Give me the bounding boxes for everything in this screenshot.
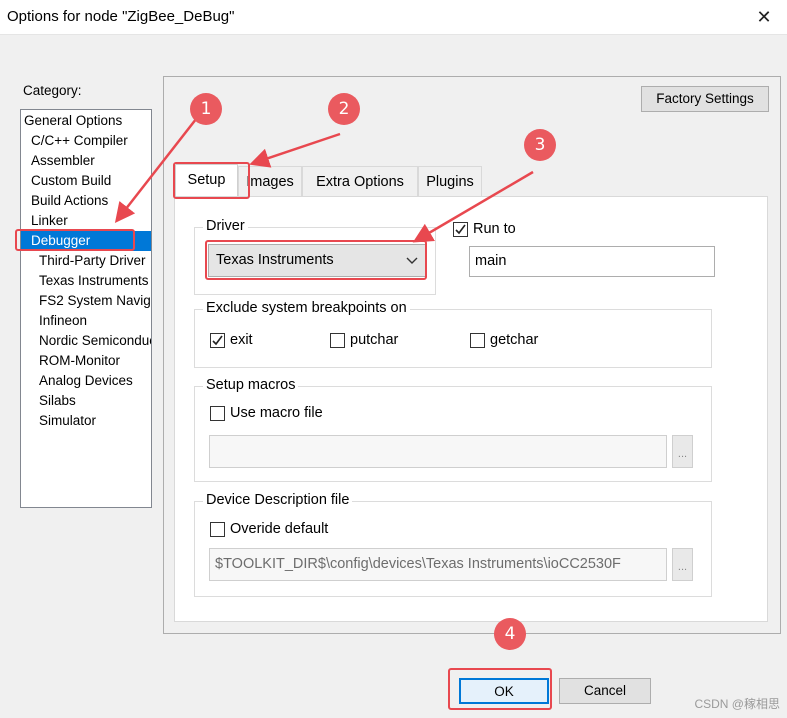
annotation-box-debugger: [15, 229, 135, 251]
annotation-badge-1: 1: [190, 93, 222, 125]
driver-group-label: Driver: [203, 218, 248, 234]
annotation-badge-4: 4: [494, 618, 526, 650]
category-label: Category:: [23, 83, 82, 98]
window-title: Options for node "ZigBee_DeBug": [7, 8, 235, 25]
putchar-checkbox[interactable]: [330, 333, 345, 348]
exit-checkbox[interactable]: [210, 333, 225, 348]
override-label: Overide default: [230, 521, 329, 537]
category-item-texas-instruments[interactable]: Texas Instruments: [39, 271, 149, 291]
category-item-third-party-driver[interactable]: Third-Party Driver: [39, 251, 146, 271]
factory-settings-button[interactable]: Factory Settings: [641, 86, 769, 112]
category-list[interactable]: General Options C/C++ Compiler Assembler…: [20, 109, 152, 508]
tab-plugins[interactable]: Plugins: [418, 166, 482, 196]
macros-group-label: Setup macros: [203, 377, 299, 393]
category-item-general-options[interactable]: General Options: [24, 111, 122, 131]
run-to-input[interactable]: main: [469, 246, 715, 277]
annotation-badge-2: 2: [328, 93, 360, 125]
category-item-silabs[interactable]: Silabs: [39, 391, 76, 411]
category-item-infineon[interactable]: Infineon: [39, 311, 87, 331]
annotation-box-driver: [205, 240, 427, 280]
category-item-simulator[interactable]: Simulator: [39, 411, 96, 431]
category-item-cpp-compiler[interactable]: C/C++ Compiler: [31, 131, 128, 151]
run-to-checkbox[interactable]: [453, 222, 468, 237]
checkmark-icon: [212, 335, 223, 346]
category-item-fs2-system-navigator[interactable]: FS2 System Navig: [39, 291, 151, 311]
tab-extra-options[interactable]: Extra Options: [302, 166, 418, 196]
exit-label: exit: [230, 332, 253, 348]
device-file-input[interactable]: $TOOLKIT_DIR$\config\devices\Texas Instr…: [209, 548, 667, 581]
annotation-badge-3: 3: [524, 129, 556, 161]
device-group-label: Device Description file: [203, 492, 353, 508]
category-item-analog-devices[interactable]: Analog Devices: [39, 371, 133, 391]
category-item-nordic-semiconductor[interactable]: Nordic Semiconduc: [39, 331, 151, 351]
watermark: CSDN @稼相思: [694, 697, 780, 711]
getchar-checkbox[interactable]: [470, 333, 485, 348]
checkmark-icon: [455, 224, 466, 235]
run-to-label: Run to: [473, 221, 516, 237]
getchar-label: getchar: [490, 332, 539, 348]
cancel-button[interactable]: Cancel: [559, 678, 651, 704]
device-browse-button[interactable]: ...: [672, 548, 693, 581]
category-item-assembler[interactable]: Assembler: [31, 151, 95, 171]
use-macro-label: Use macro file: [230, 405, 323, 421]
category-item-linker[interactable]: Linker: [31, 211, 68, 231]
category-item-custom-build[interactable]: Custom Build: [31, 171, 111, 191]
macro-file-input[interactable]: [209, 435, 667, 468]
tab-setup[interactable]: Setup: [175, 164, 238, 196]
annotation-box-ok: [448, 668, 552, 710]
category-item-build-actions[interactable]: Build Actions: [31, 191, 108, 211]
use-macro-checkbox[interactable]: [210, 406, 225, 421]
close-icon[interactable]: ✕: [741, 0, 787, 34]
category-item-rom-monitor[interactable]: ROM-Monitor: [39, 351, 120, 371]
title-bar: Options for node "ZigBee_DeBug" ✕: [0, 0, 787, 35]
breakpoints-group-label: Exclude system breakpoints on: [203, 300, 410, 316]
macro-browse-button[interactable]: ...: [672, 435, 693, 468]
breakpoints-group: Exclude system breakpoints on: [194, 300, 712, 368]
override-checkbox[interactable]: [210, 522, 225, 537]
putchar-label: putchar: [350, 332, 399, 348]
